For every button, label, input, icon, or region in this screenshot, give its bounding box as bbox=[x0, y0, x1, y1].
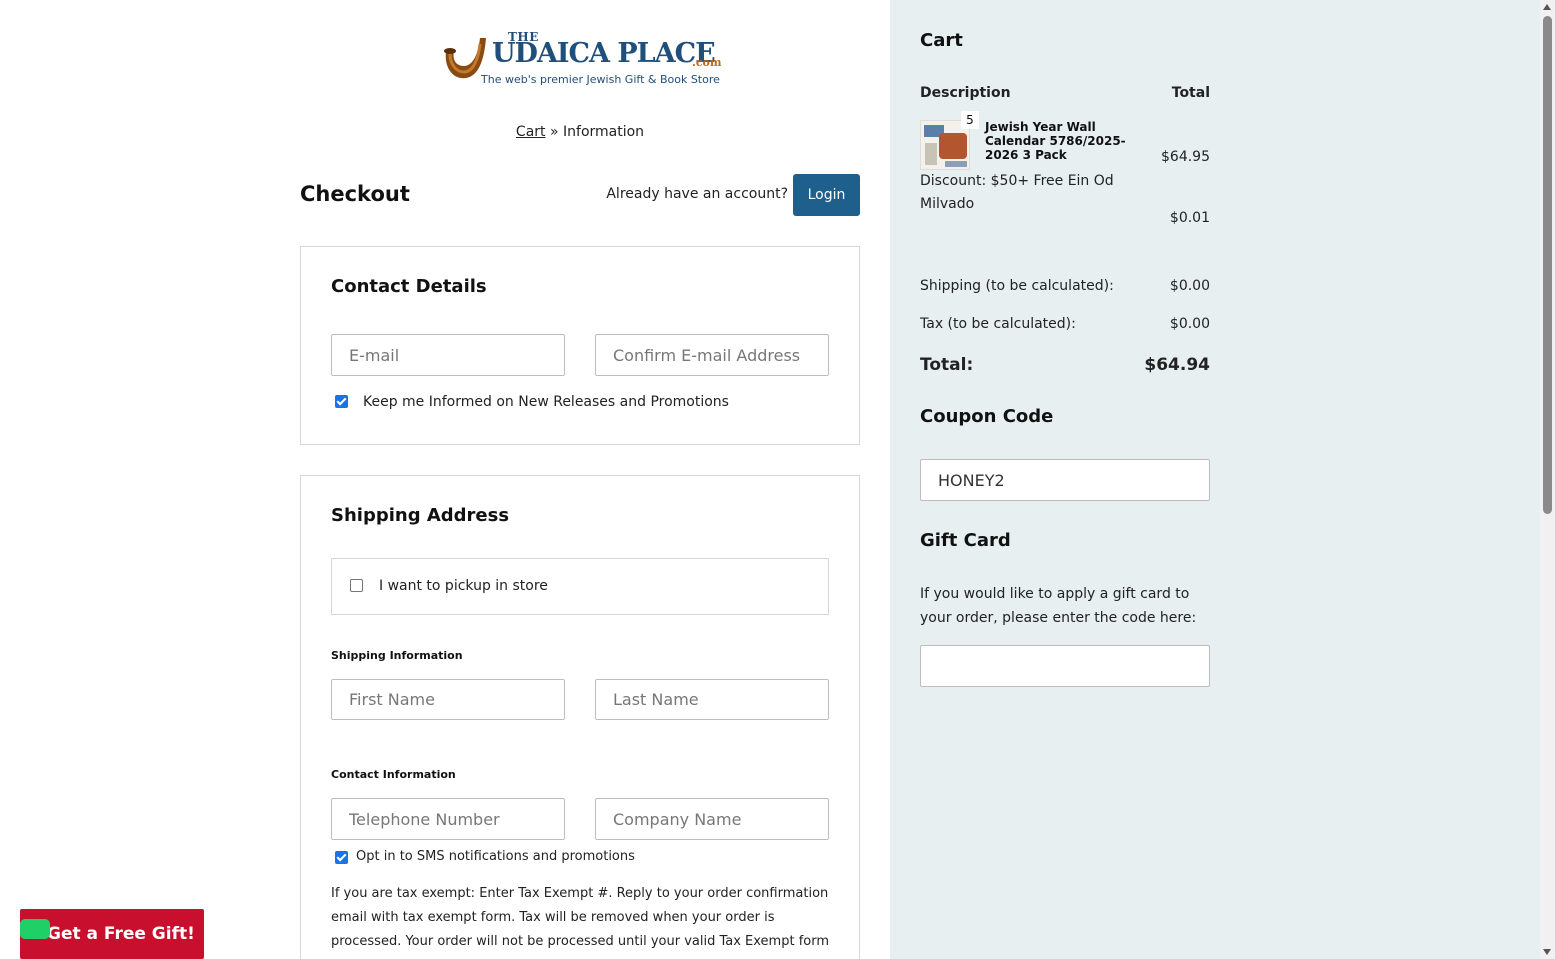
sms-optin-checkbox[interactable] bbox=[335, 851, 348, 864]
store-logo[interactable]: THE UDAICA PLACE .com The web's premier … bbox=[440, 28, 722, 90]
page-title: Checkout bbox=[300, 182, 410, 206]
gift-badge-icon bbox=[20, 919, 50, 939]
breadcrumb-current: Information bbox=[563, 124, 645, 140]
scroll-down-icon[interactable] bbox=[1543, 949, 1551, 955]
contact-details-card: Contact Details Keep me Informed on New … bbox=[300, 246, 860, 445]
gift-card-input[interactable] bbox=[920, 645, 1210, 687]
cart-col-description: Description bbox=[920, 85, 1011, 101]
tax-value: $0.00 bbox=[1169, 316, 1210, 332]
scroll-up-icon[interactable] bbox=[1543, 4, 1551, 10]
confirm-email-input[interactable] bbox=[595, 334, 829, 376]
pickup-checkbox[interactable] bbox=[350, 579, 363, 592]
sms-optin-label: Opt in to SMS notifications and promotio… bbox=[356, 849, 635, 864]
breadcrumb-cart-link[interactable]: Cart bbox=[516, 124, 546, 140]
shipping-info-heading: Shipping Information bbox=[331, 649, 463, 662]
coupon-code-title: Coupon Code bbox=[920, 406, 1054, 427]
logo-name: UDAICA PLACE bbox=[492, 38, 716, 69]
keep-informed-label: Keep me Informed on New Releases and Pro… bbox=[363, 394, 729, 410]
tax-exempt-note: If you are tax exempt: Enter Tax Exempt … bbox=[331, 886, 829, 959]
contact-details-title: Contact Details bbox=[331, 276, 487, 297]
tax-label: Tax (to be calculated): bbox=[920, 316, 1076, 332]
pickup-option-box[interactable]: I want to pickup in store bbox=[331, 558, 829, 615]
discount-label: Discount: $50+ Free Ein Od Milvado bbox=[920, 173, 1114, 212]
logo-tagline: The web's premier Jewish Gift & Book Sto… bbox=[481, 73, 720, 86]
shipping-address-card: Shipping Address I want to pickup in sto… bbox=[300, 475, 860, 959]
telephone-input[interactable] bbox=[331, 798, 565, 840]
cart-col-total: Total bbox=[1171, 85, 1210, 101]
breadcrumb: Cart » Information bbox=[300, 124, 860, 140]
login-button[interactable]: Login bbox=[793, 174, 860, 216]
cart-item-price: $64.95 bbox=[1161, 149, 1210, 165]
email-input[interactable] bbox=[331, 334, 565, 376]
last-name-input[interactable] bbox=[595, 679, 829, 720]
shipping-cost-value: $0.00 bbox=[1169, 278, 1210, 294]
total-label: Total: bbox=[920, 355, 974, 375]
account-prompt: Already have an account? bbox=[606, 186, 788, 202]
gift-card-description: If you would like to apply a gift card t… bbox=[920, 586, 1197, 626]
cart-item-name: Jewish Year Wall Calendar 5786/2025-2026… bbox=[985, 120, 1126, 162]
first-name-input[interactable] bbox=[331, 679, 565, 720]
pickup-label: I want to pickup in store bbox=[379, 578, 548, 594]
total-value: $64.94 bbox=[1144, 355, 1210, 375]
breadcrumb-separator: » bbox=[549, 124, 559, 140]
company-name-input[interactable] bbox=[595, 798, 829, 840]
quantity-badge: 5 bbox=[961, 111, 979, 129]
shipping-address-title: Shipping Address bbox=[331, 505, 510, 526]
coupon-code-input[interactable] bbox=[920, 459, 1210, 501]
shipping-cost-label: Shipping (to be calculated): bbox=[920, 278, 1114, 294]
scrollbar-thumb[interactable] bbox=[1543, 16, 1552, 514]
gift-card-title: Gift Card bbox=[920, 530, 1011, 551]
page-scrollbar[interactable] bbox=[1540, 0, 1555, 959]
keep-informed-checkbox[interactable] bbox=[335, 395, 348, 408]
logo-dotcom: .com bbox=[692, 56, 722, 69]
contact-info-heading: Contact Information bbox=[331, 768, 456, 781]
discount-amount: $0.01 bbox=[1169, 210, 1210, 226]
cart-title: Cart bbox=[920, 30, 963, 51]
